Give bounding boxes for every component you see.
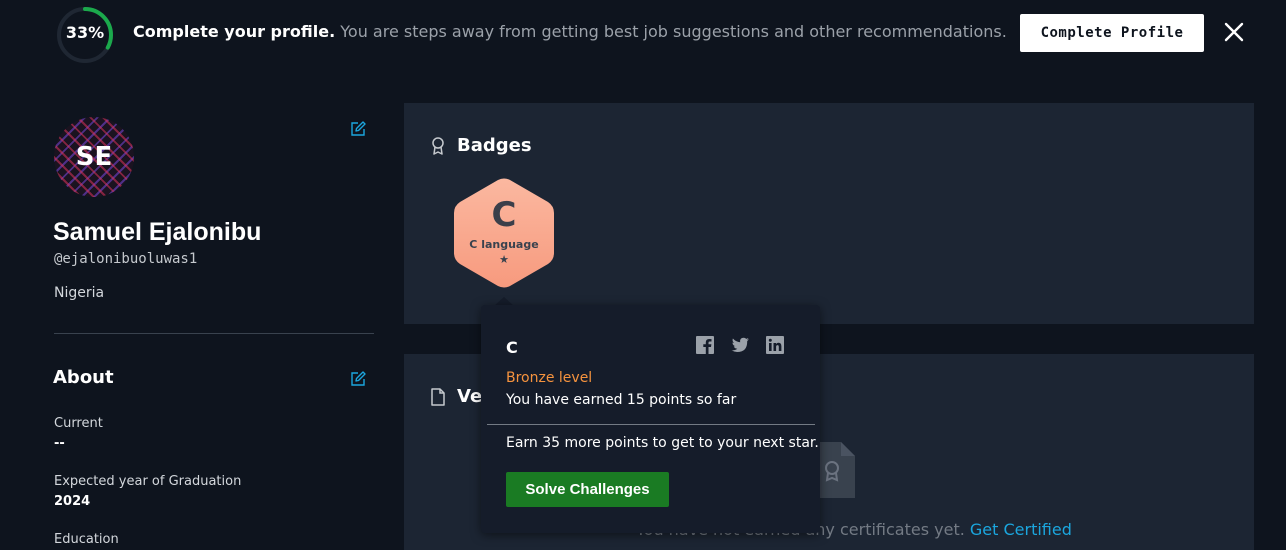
about-title: About: [53, 367, 114, 388]
graduation-label: Expected year of Graduation: [54, 474, 242, 489]
badge-name: C language: [469, 238, 539, 251]
banner-subtitle: You are steps away from getting best job…: [340, 22, 1007, 41]
profile-name: Samuel Ejalonibu: [53, 218, 262, 246]
edit-about-icon[interactable]: [350, 371, 366, 387]
current-value: --: [54, 436, 65, 451]
badges-title: Badges: [457, 135, 532, 156]
avatar: SE: [54, 117, 134, 197]
tooltip-points: You have earned 15 points so far: [506, 392, 737, 408]
graduation-value: 2024: [54, 494, 91, 509]
linkedin-icon[interactable]: [765, 335, 785, 355]
badge-letter: C: [491, 195, 517, 235]
document-icon: [431, 388, 445, 406]
education-label: Education: [54, 532, 119, 547]
get-certified-link[interactable]: Get Certified: [970, 520, 1072, 539]
tooltip-title: C: [506, 338, 518, 357]
progress-percent: 33%: [65, 23, 105, 42]
current-label: Current: [54, 416, 103, 431]
solve-challenges-button[interactable]: Solve Challenges: [506, 472, 669, 507]
edit-profile-icon[interactable]: [350, 121, 366, 137]
profile-username: @ejalonibuoluwas1: [54, 251, 198, 267]
profile-divider: [54, 333, 374, 334]
tooltip-divider: [487, 424, 815, 425]
banner-message: Complete your profile. You are steps awa…: [133, 22, 1007, 42]
badge-star: ★: [499, 253, 509, 266]
award-icon: [432, 137, 444, 155]
profile-completion-banner: 33% Complete your profile. You are steps…: [0, 0, 1286, 64]
profile-country: Nigeria: [54, 285, 105, 301]
facebook-icon[interactable]: [695, 335, 715, 355]
tooltip-next-star: Earn 35 more points to get to your next …: [506, 435, 819, 451]
banner-title: Complete your profile.: [133, 22, 336, 41]
complete-profile-button[interactable]: Complete Profile: [1020, 14, 1204, 52]
twitter-icon[interactable]: [730, 335, 750, 355]
avatar-initials: SE: [75, 142, 113, 172]
tooltip-level: Bronze level: [506, 370, 593, 386]
close-icon[interactable]: [1222, 20, 1246, 44]
